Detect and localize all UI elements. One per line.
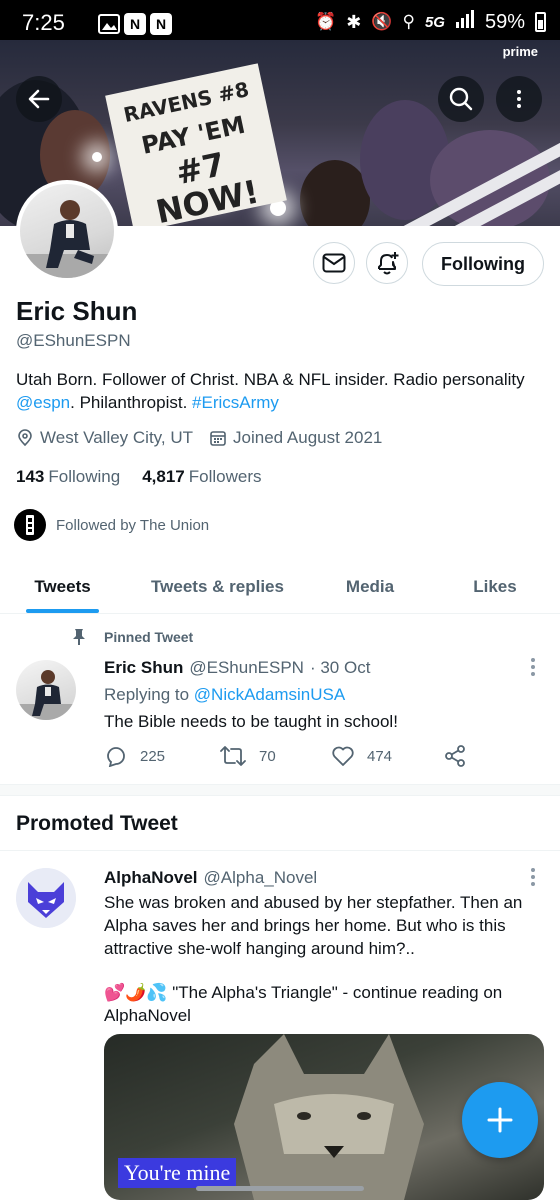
tweet-more-icon[interactable]	[530, 658, 536, 676]
share-icon	[445, 745, 465, 767]
follow-counts: 143 Following 4,817 Followers	[16, 467, 261, 487]
profile-meta: West Valley City, UT Joined August 2021	[16, 428, 398, 448]
media-caption: You're mine	[118, 1158, 237, 1188]
promoted-author-handle[interactable]: @Alpha_Novel	[204, 868, 318, 888]
reply-count: 225	[140, 747, 166, 765]
tweet-avatar[interactable]	[16, 660, 76, 720]
compose-tweet-button[interactable]	[462, 1082, 538, 1158]
search-icon	[449, 87, 473, 111]
followers-count-link[interactable]: 4,817 Followers	[142, 467, 261, 487]
heart-icon	[332, 746, 354, 766]
more-button[interactable]	[496, 76, 542, 122]
mute-icon: 🔇	[371, 12, 393, 31]
alphanovel-avatar[interactable]	[16, 868, 76, 928]
signal-icon	[455, 10, 475, 34]
tweet-text: The Bible needs to be taught in school!	[104, 712, 398, 731]
notifications-button[interactable]	[366, 242, 408, 284]
app-notification-icon: N	[150, 13, 172, 35]
location-icon: ⚲	[402, 12, 415, 31]
followed-by[interactable]: Followed by The Union	[14, 509, 209, 541]
like-button[interactable]: 474	[331, 745, 443, 767]
joined-text: Joined August 2021	[233, 428, 383, 447]
promoted-tweet-text: She was broken and abused by her stepfat…	[104, 893, 523, 958]
location-text: West Valley City, UT	[40, 428, 194, 447]
bio-hashtag-link[interactable]: #EricsArmy	[192, 393, 279, 412]
banner-sign: RAVENS #8 PAY 'EM #7 NOW!	[105, 63, 287, 226]
replying-to-link[interactable]: @NickAdamsinUSA	[194, 685, 345, 704]
retweet-button[interactable]: 70	[219, 745, 331, 767]
calendar-icon	[210, 431, 226, 446]
alarm-icon: ⏰	[315, 12, 337, 31]
emoji-decoration: 💕🌶️💦	[104, 983, 168, 1002]
following-count: 143	[16, 467, 45, 486]
following-button[interactable]: Following	[422, 242, 544, 286]
profile-bio: Utah Born. Follower of Christ. NBA & NFL…	[16, 368, 536, 414]
location-pin-icon	[18, 429, 32, 447]
gesture-bar[interactable]	[196, 1186, 364, 1191]
bio-text: . Philanthropist.	[70, 393, 193, 412]
plus-icon	[487, 1107, 513, 1133]
app-notification-icon: N	[124, 13, 146, 35]
profile-tabs: Tweets Tweets & replies Media Likes	[0, 560, 560, 614]
retweet-count: 70	[259, 747, 276, 765]
followers-label: Followers	[188, 467, 262, 486]
replying-to: Replying to @NickAdamsinUSA	[104, 683, 345, 706]
divider	[0, 850, 560, 851]
following-count-link[interactable]: 143 Following	[16, 467, 120, 487]
person-photo	[20, 200, 114, 278]
reply-button[interactable]: 225	[104, 745, 219, 767]
more-vertical-icon	[516, 90, 522, 108]
union-logo-icon	[14, 509, 46, 541]
search-button[interactable]	[438, 76, 484, 122]
tab-tweets[interactable]: Tweets	[0, 560, 125, 613]
section-divider	[0, 784, 560, 796]
prime-logo: prime	[502, 44, 538, 59]
tweet-date[interactable]: · 30 Oct	[310, 658, 370, 678]
battery-percent: 59%	[484, 10, 525, 33]
tweet-author-handle[interactable]: @EShunESPN	[189, 658, 304, 678]
promoted-emoji-line: 💕🌶️💦 "The Alpha's Triangle" - continue r…	[104, 981, 534, 1027]
profile-name: Eric Shun	[16, 296, 138, 326]
joined-item: Joined August 2021	[209, 428, 382, 448]
share-button[interactable]	[443, 744, 467, 768]
like-count: 474	[367, 747, 393, 765]
back-button[interactable]	[16, 76, 62, 122]
location-item: West Valley City, UT	[16, 428, 193, 448]
reply-icon	[107, 747, 125, 767]
tab-media[interactable]: Media	[310, 560, 430, 613]
promoted-author-name[interactable]: AlphaNovel	[104, 868, 198, 888]
status-right: ⏰ ✱ 🔇 ⚲ 5G 59%	[315, 10, 546, 34]
tab-tweets-replies[interactable]: Tweets & replies	[125, 560, 310, 613]
promoted-more-icon[interactable]	[530, 868, 536, 886]
pin-icon	[73, 629, 85, 645]
promoted-tweet-header: AlphaNovel @Alpha_Novel	[104, 868, 317, 888]
profile-handle: @EShunESPN	[16, 331, 131, 350]
tab-likes[interactable]: Likes	[430, 560, 560, 613]
tweet-header: Eric Shun @EShunESPN · 30 Oct	[104, 658, 370, 678]
network-type: 5G	[424, 13, 445, 31]
retweet-icon	[220, 746, 246, 766]
bell-plus-icon	[378, 252, 399, 275]
wolf-logo-icon	[16, 868, 76, 928]
pinned-text: Pinned Tweet	[104, 629, 194, 645]
message-button[interactable]	[313, 242, 355, 284]
tweet-author-name[interactable]: Eric Shun	[104, 658, 183, 678]
replying-prefix: Replying to	[104, 685, 194, 704]
tweet-actions: 225 70 474	[104, 744, 474, 768]
bio-text: Utah Born. Follower of Christ. NBA & NFL…	[16, 370, 525, 389]
pinned-tweet-label: Pinned Tweet	[70, 628, 193, 646]
envelope-icon	[322, 253, 346, 273]
followers-count: 4,817	[142, 467, 185, 486]
followed-by-text: Followed by The Union	[56, 516, 210, 534]
person-photo	[16, 670, 76, 720]
arrow-left-icon	[28, 89, 50, 109]
following-label: Following	[48, 467, 121, 486]
status-time: 7:25	[22, 10, 65, 35]
profile-avatar[interactable]	[16, 180, 118, 282]
bio-mention-link[interactable]: @espn	[16, 393, 70, 412]
promoted-section-title: Promoted Tweet	[16, 812, 178, 835]
bluetooth-icon: ✱	[346, 11, 362, 32]
battery-icon	[535, 12, 546, 32]
gallery-icon	[98, 13, 120, 35]
